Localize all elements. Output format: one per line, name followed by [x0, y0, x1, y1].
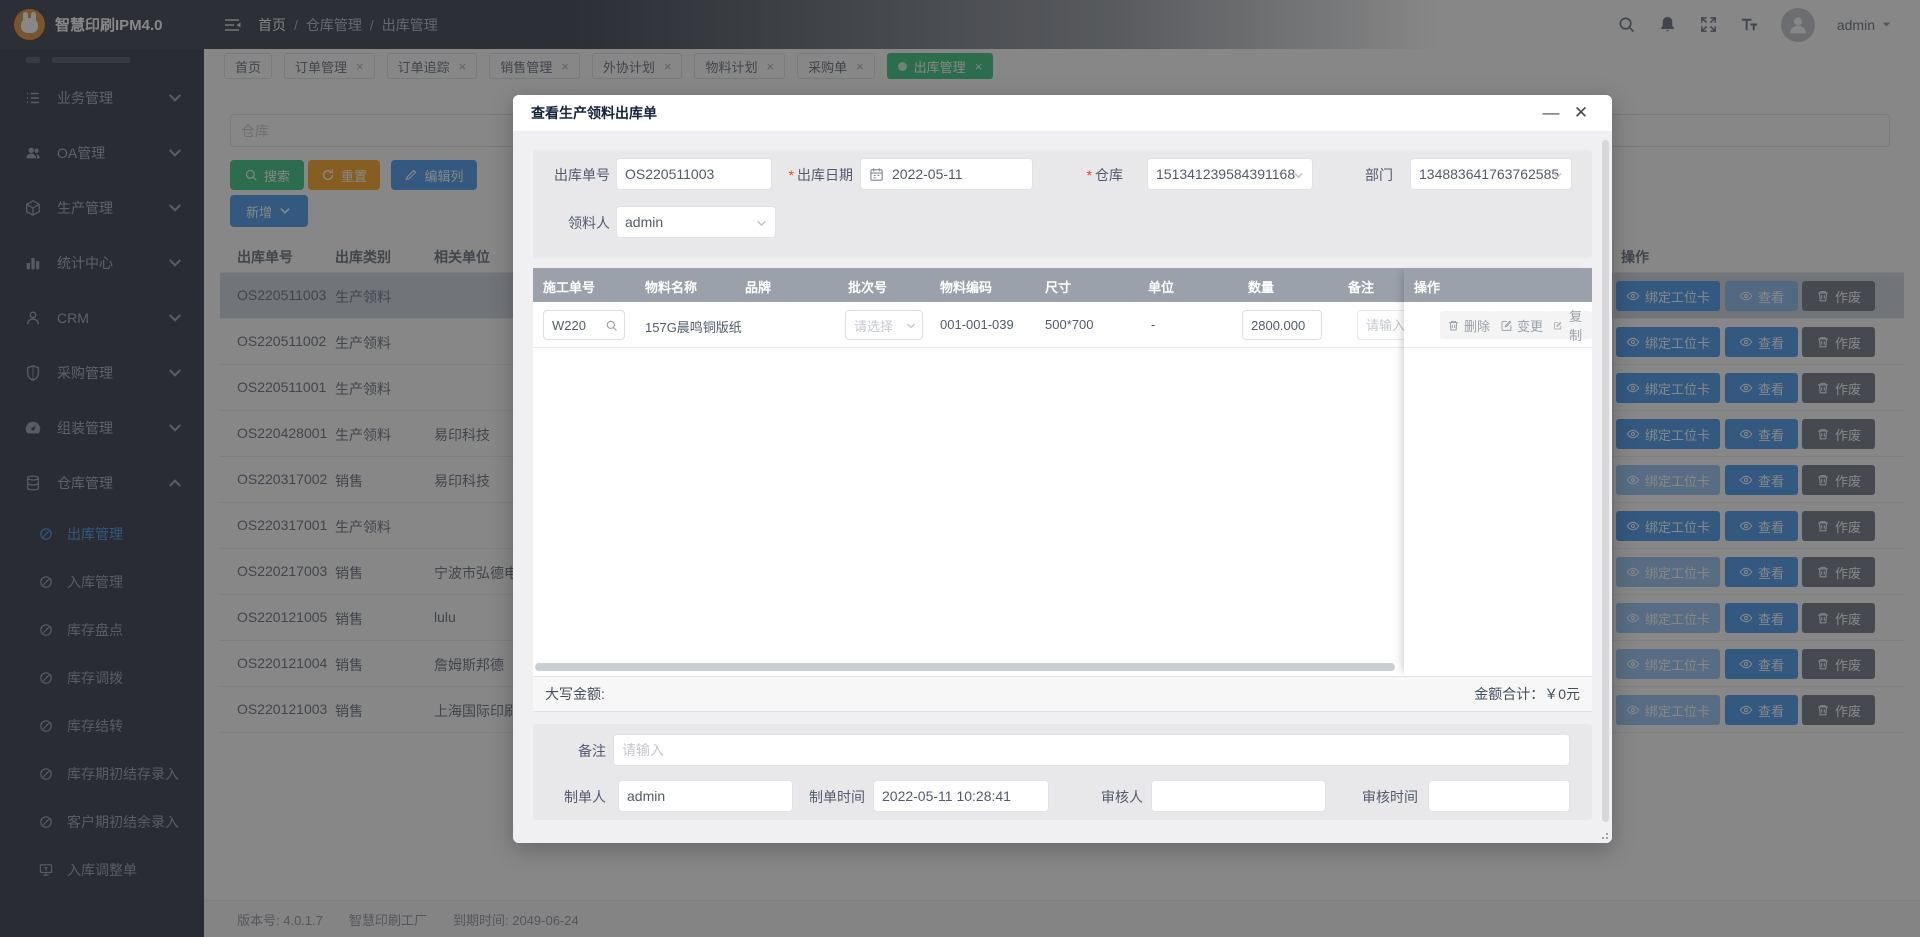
edit-icon	[1500, 319, 1513, 332]
edit-icon	[1553, 319, 1562, 332]
warehouse-select[interactable]: 151341239584391168	[1147, 158, 1313, 190]
modal-body: 出库单号 OS220511003 *出库日期 2022-05-11 *仓库 15…	[513, 132, 1612, 843]
picker-label: 领料人	[533, 213, 610, 233]
dept-label: 部门	[1351, 165, 1393, 185]
dept-select[interactable]: 134883641763762585	[1410, 158, 1572, 190]
close-icon[interactable]: ✕	[1570, 101, 1592, 125]
remark-input[interactable]	[613, 734, 1570, 766]
material-code-value: 001-001-039	[940, 317, 1014, 332]
maker-input[interactable]	[618, 780, 793, 812]
chevron-down-icon	[1292, 169, 1305, 182]
col-remark: 备注	[1348, 277, 1374, 296]
audit-time-input[interactable]	[1428, 780, 1570, 812]
col-material-name: 物料名称	[645, 277, 697, 296]
col-brand: 品牌	[745, 277, 771, 296]
warehouse-label: *仓库	[1061, 165, 1123, 185]
remark-label: 备注	[568, 741, 606, 761]
chevron-down-icon	[1551, 169, 1564, 182]
picker-select[interactable]: admin	[616, 206, 776, 238]
app-root: 智慧印刷IPM4.0 首页 / 仓库管理 / 出库管理 admin 首页 ×	[0, 0, 1920, 937]
auditor-label: 审核人	[1088, 787, 1143, 807]
unit-value: -	[1151, 317, 1155, 332]
row-actions: 删除 变更 复制	[1404, 302, 1592, 348]
order-no-input[interactable]: OS220511003	[616, 158, 772, 190]
modal-scrollbar[interactable]	[1602, 140, 1609, 822]
horizontal-scrollbar[interactable]	[535, 663, 1395, 671]
fixed-actions-column: 操作 删除 变更 复制	[1404, 268, 1592, 676]
maker-label: 制单人	[551, 787, 606, 807]
col-actions: 操作	[1414, 277, 1440, 296]
batch-select[interactable]: 请选择	[845, 310, 923, 340]
col-work-order: 施工单号	[543, 277, 595, 296]
change-row-button[interactable]: 变更	[1493, 311, 1550, 339]
auditor-input[interactable]	[1151, 780, 1326, 812]
search-icon[interactable]	[605, 319, 618, 332]
copy-row-button[interactable]: 复制	[1546, 311, 1592, 339]
outbound-order-modal: 查看生产领料出库单 — ✕ 出库单号 OS220511003 *出库日期 202…	[513, 95, 1612, 843]
maker-section: 备注 制单人 制单时间 审核人 审核时间	[533, 724, 1592, 820]
minimize-icon[interactable]: —	[1540, 101, 1562, 125]
date-label: *出库日期	[771, 165, 853, 185]
make-time-label: 制单时间	[803, 787, 865, 807]
work-order-input[interactable]: W220	[543, 310, 625, 340]
order-no-label: 出库单号	[533, 165, 610, 185]
col-batch: 批次号	[848, 277, 887, 296]
col-material-code: 物料编码	[940, 277, 992, 296]
material-table: 施工单号 物料名称 品牌 批次号 物料编码 尺寸 单位 数量 备注 W220 1…	[533, 268, 1592, 676]
amount-band: 大写金额: 金额合计：￥0元	[533, 676, 1592, 712]
delete-row-button[interactable]: 删除	[1440, 311, 1497, 339]
make-time-input[interactable]	[873, 780, 1049, 812]
audit-time-label: 审核时间	[1356, 787, 1418, 807]
caps-amount-label: 大写金额:	[545, 684, 605, 704]
trash-icon	[1447, 319, 1460, 332]
col-size: 尺寸	[1045, 277, 1071, 296]
quantity-input[interactable]	[1242, 310, 1322, 340]
resize-handle[interactable]	[1598, 829, 1608, 839]
modal-title: 查看生产领料出库单	[513, 95, 1612, 132]
chevron-down-icon	[905, 320, 917, 332]
calendar-icon	[869, 167, 884, 182]
col-unit: 单位	[1148, 277, 1174, 296]
material-name-value: 157G晨鸣铜版纸	[645, 317, 742, 336]
date-input[interactable]: 2022-05-11	[860, 158, 1033, 190]
col-quantity: 数量	[1248, 277, 1274, 296]
chevron-down-icon	[755, 217, 768, 230]
amount-total: 金额合计：￥0元	[1474, 684, 1580, 704]
size-value: 500*700	[1045, 317, 1093, 332]
